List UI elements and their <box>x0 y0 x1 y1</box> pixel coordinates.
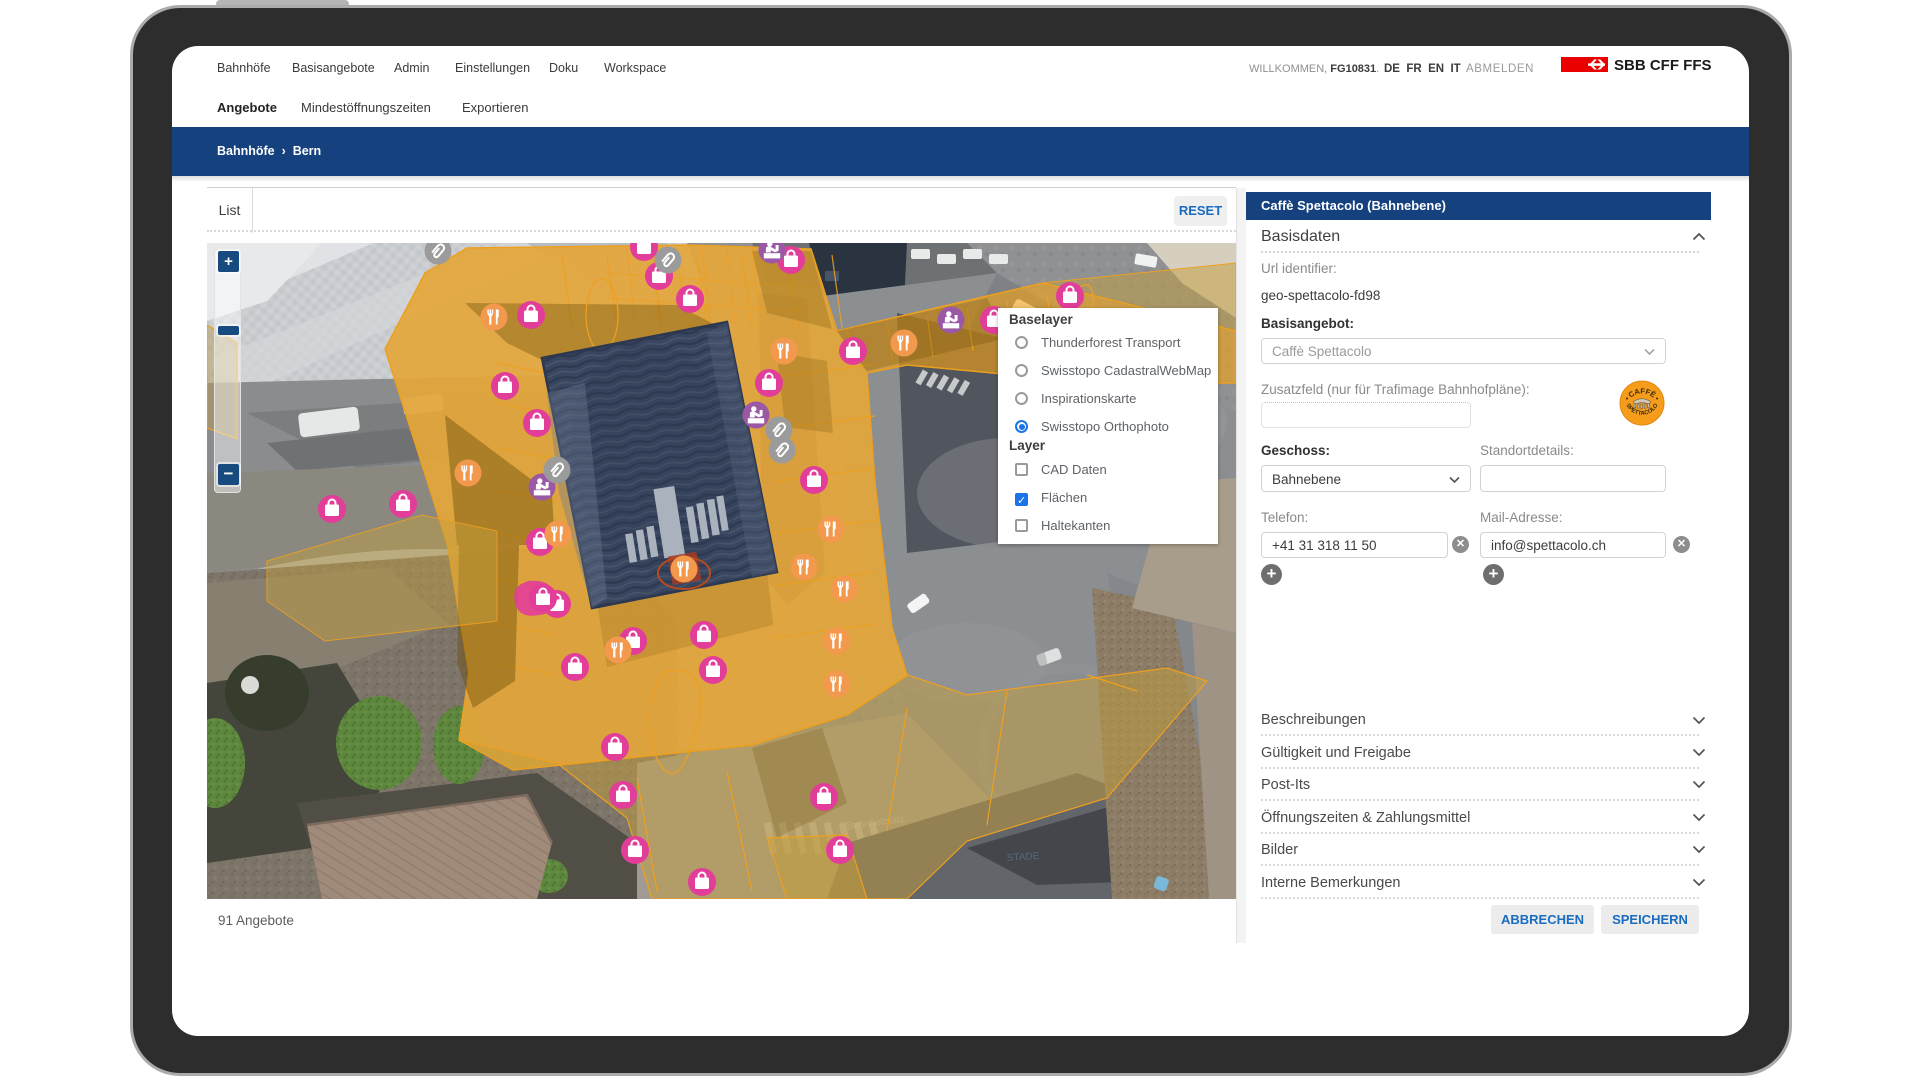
svg-text:SBB CFF FFS: SBB CFF FFS <box>1614 57 1712 74</box>
svg-text:STADE: STADE <box>1006 851 1040 864</box>
